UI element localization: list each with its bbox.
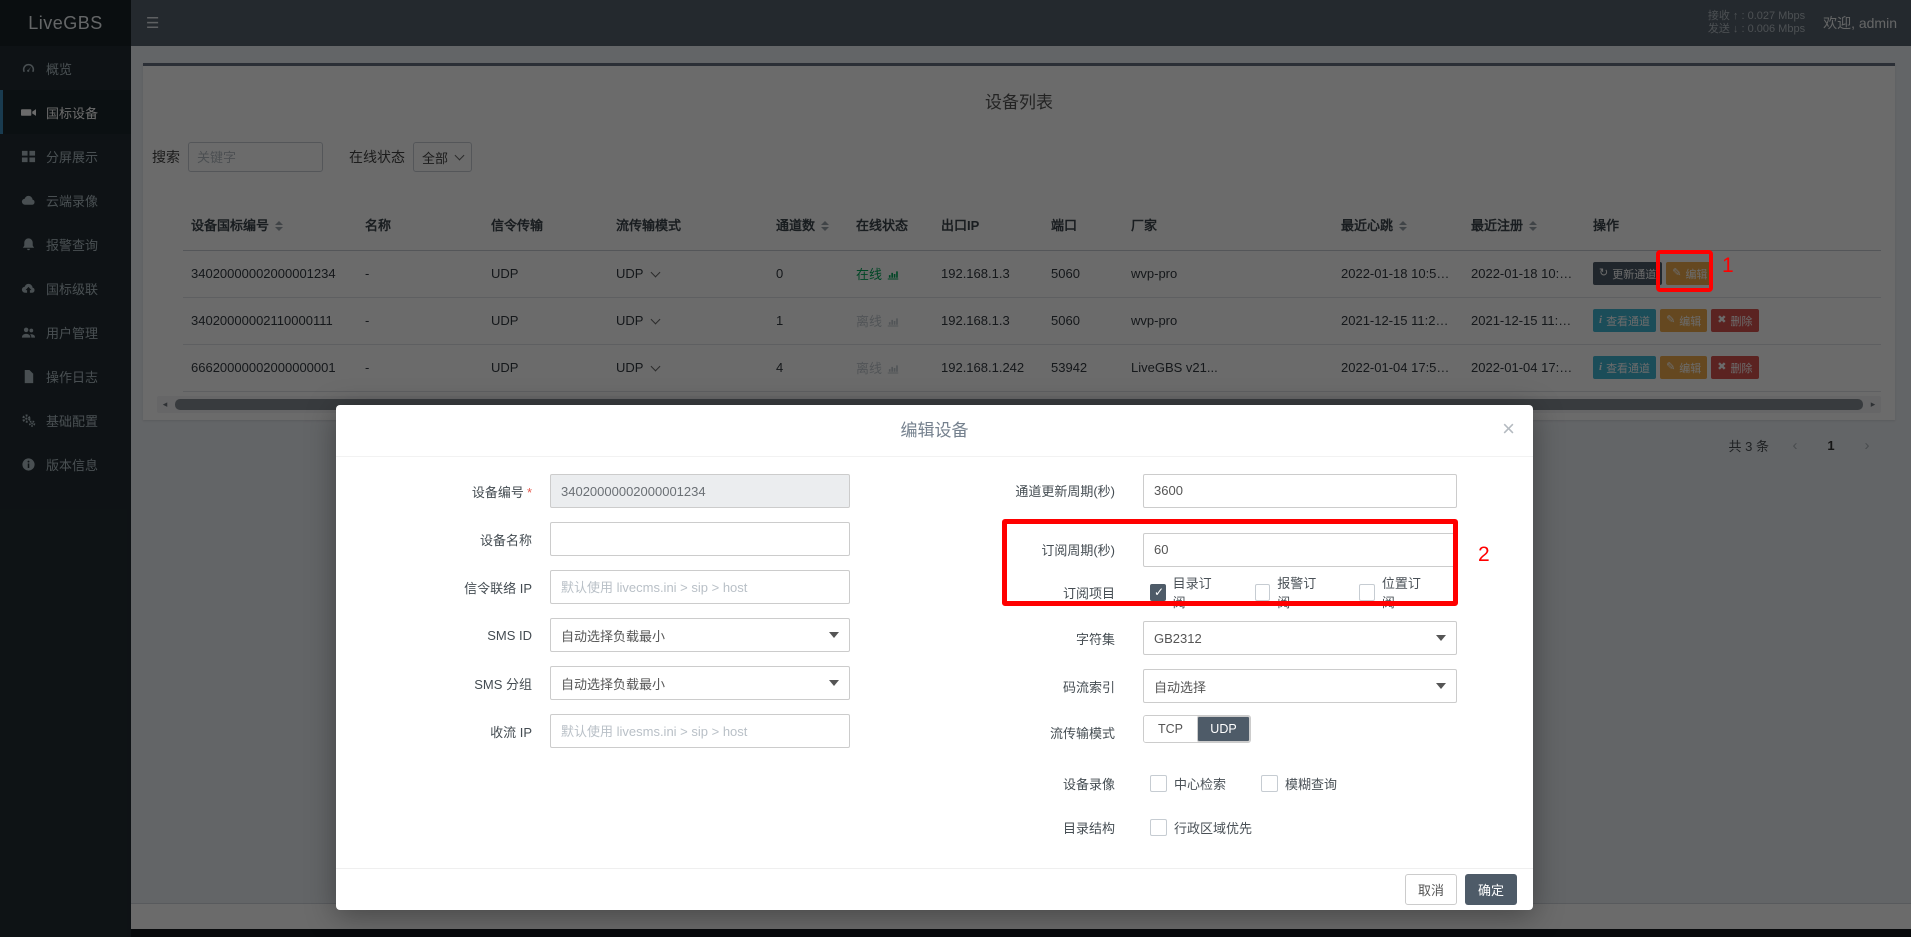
edit-device-modal: 编辑设备 × 设备编号* 设备名称 信令联络 IP SMS ID (336, 405, 1533, 910)
field-stream-mode: 流传输模式 TCP UDP (896, 718, 1533, 746)
chevron-down-icon (1436, 683, 1446, 689)
checkbox-icon (1150, 819, 1167, 836)
sms-id-select[interactable]: 自动选择负载最小 (550, 618, 850, 652)
checkbox-icon (1261, 775, 1278, 792)
livegbs-app: LiveGBS 概览 国标设备 分屏展示 云端录像 报警查询 (0, 0, 1911, 937)
field-sms-group: SMS 分组 自动选择负载最小 (336, 666, 881, 700)
checkbox-position-subscribe[interactable]: 位置订阅 (1352, 573, 1429, 611)
confirm-button[interactable]: 确定 (1465, 874, 1517, 905)
field-subscribe-period: 订阅周期(秒) (896, 532, 1533, 567)
field-subscribe-items: 订阅项目 目录订阅 报警订阅 位置订阅 (896, 581, 1533, 603)
field-catalog-structure: 目录结构 行政区域优先 (896, 817, 1533, 837)
checkbox-icon (1150, 775, 1167, 792)
modal-title: 编辑设备 (336, 405, 1533, 457)
modal-footer: 取消 确定 (336, 868, 1533, 910)
checkbox-admin-region-first[interactable]: 行政区域优先 (1143, 818, 1252, 837)
field-sms-id: SMS ID 自动选择负载最小 (336, 618, 881, 652)
charset-select[interactable]: GB2312 (1143, 621, 1457, 655)
field-sip-ip: 信令联络 IP (336, 570, 881, 604)
tcp-option[interactable]: TCP (1144, 716, 1197, 742)
form-column-right: 通道更新周期(秒) 订阅周期(秒) 订阅项目 目录订阅 报警订阅 位置订阅 (896, 457, 1533, 851)
recv-ip-input[interactable] (550, 714, 850, 748)
field-channel-period: 通道更新周期(秒) (896, 473, 1533, 508)
chevron-down-icon (829, 632, 839, 638)
field-stream-index: 码流索引 自动选择 (896, 669, 1533, 703)
required-mark: * (527, 485, 532, 500)
cancel-button[interactable]: 取消 (1405, 874, 1457, 905)
checkbox-alarm-subscribe[interactable]: 报警订阅 (1248, 573, 1325, 611)
checkbox-center-search[interactable]: 中心检索 (1143, 774, 1226, 793)
subscribe-period-input[interactable] (1143, 533, 1457, 567)
checkbox-icon (1150, 584, 1166, 601)
chevron-down-icon (829, 680, 839, 686)
field-recv-ip: 收流 IP (336, 714, 881, 748)
close-icon[interactable]: × (1502, 405, 1515, 453)
sip-ip-input[interactable] (550, 570, 850, 604)
modal-header: 编辑设备 × (336, 405, 1533, 457)
checkbox-catalog-subscribe[interactable]: 目录订阅 (1143, 573, 1220, 611)
chevron-down-icon (1436, 635, 1446, 641)
field-device-name: 设备名称 (336, 522, 881, 556)
checkbox-fuzzy-query[interactable]: 模糊查询 (1254, 774, 1337, 793)
sms-group-select[interactable]: 自动选择负载最小 (550, 666, 850, 700)
field-device-id: 设备编号* (336, 474, 881, 508)
device-id-input (550, 474, 850, 508)
field-charset: 字符集 GB2312 (896, 621, 1533, 655)
modal-body: 设备编号* 设备名称 信令联络 IP SMS ID 自动选择负载最小 SMS 分… (336, 457, 1533, 868)
field-device-record: 设备录像 中心检索 模糊查询 (896, 773, 1533, 793)
checkbox-icon (1359, 584, 1375, 601)
form-column-left: 设备编号* 设备名称 信令联络 IP SMS ID 自动选择负载最小 SMS 分… (336, 474, 881, 762)
checkbox-icon (1255, 584, 1271, 601)
stream-index-select[interactable]: 自动选择 (1143, 669, 1457, 703)
stream-mode-toggle: TCP UDP (1143, 715, 1251, 743)
udp-option[interactable]: UDP (1197, 716, 1250, 742)
channel-period-input[interactable] (1143, 474, 1457, 508)
device-name-input[interactable] (550, 522, 850, 556)
